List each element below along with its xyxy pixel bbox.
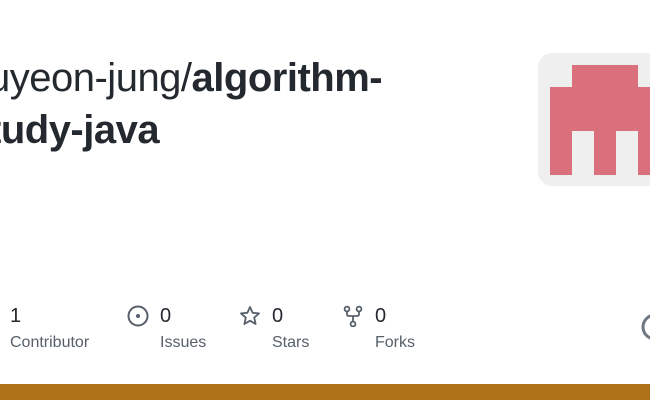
stars-count: 0 — [272, 304, 284, 327]
fork-icon — [342, 305, 364, 327]
repo-owner[interactable]: uyeon-jung/ — [0, 56, 192, 100]
stat-stars[interactable]: 0 Stars — [239, 300, 309, 352]
repo-name-part-2[interactable]: tudy-java — [0, 104, 498, 156]
repo-name-part-1[interactable]: algorithm- — [192, 56, 383, 100]
repo-title-line-1: uyeon-jung/algorithm- — [0, 52, 498, 104]
contributors-label: Contributor — [10, 334, 90, 351]
issues-label: Issues — [160, 334, 207, 351]
issues-count: 0 — [160, 304, 172, 327]
stat-issues[interactable]: 0 Issues — [127, 300, 206, 352]
language-bar — [0, 384, 650, 400]
repo-title: uyeon-jung/algorithm- tudy-java — [0, 52, 498, 156]
forks-count: 0 — [375, 304, 387, 327]
identicon-image — [550, 65, 650, 175]
issue-icon — [127, 305, 149, 327]
contributors-count: 1 — [10, 304, 22, 327]
stat-forks[interactable]: 0 Forks — [342, 300, 415, 352]
stars-label: Stars — [272, 334, 310, 351]
owner-avatar — [538, 53, 650, 186]
star-icon — [239, 305, 261, 327]
forks-label: Forks — [375, 334, 415, 351]
stat-contributors[interactable]: 1 Contributor — [10, 300, 89, 352]
github-logo-icon — [640, 312, 650, 347]
